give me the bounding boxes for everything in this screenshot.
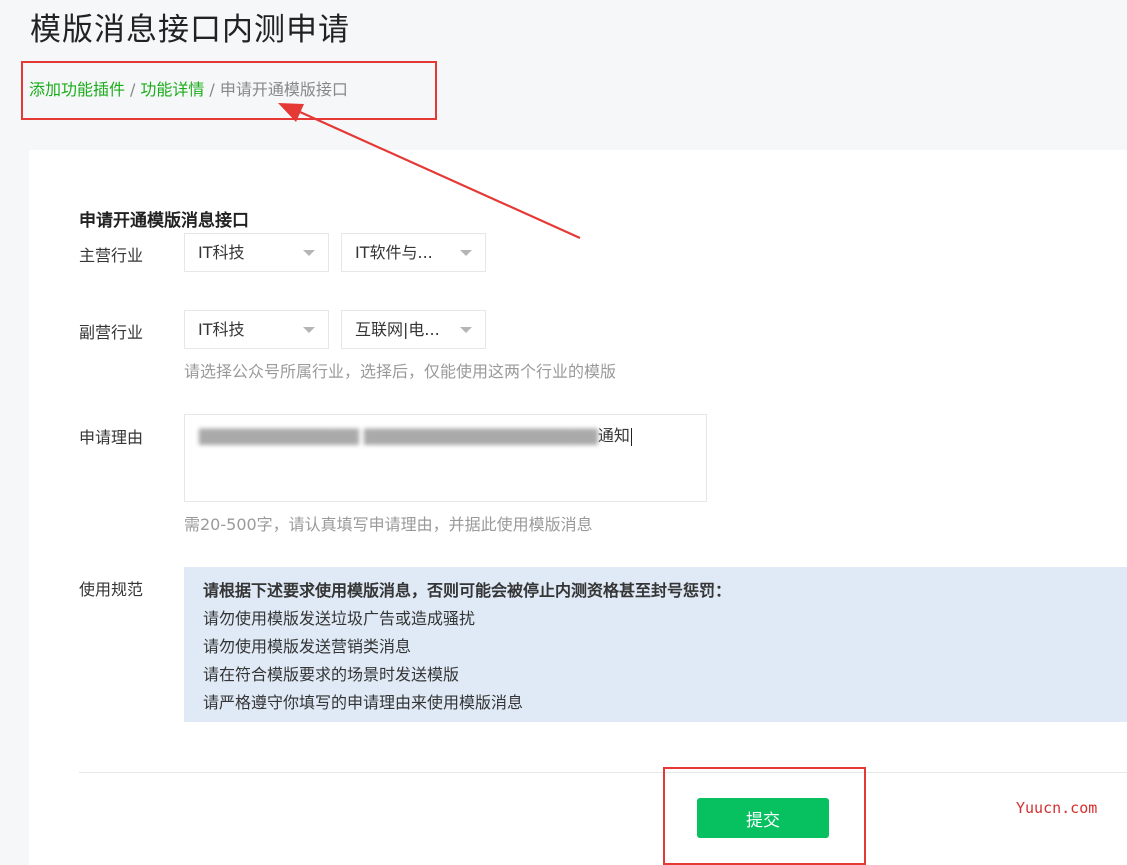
usage-rules-notice: 请根据下述要求使用模版消息，否则可能会被停止内测资格甚至封号惩罚： 请勿使用模版…	[184, 567, 1127, 722]
watermark: Yuucn.com	[1016, 799, 1098, 817]
secondary-industry-select-2[interactable]: 互联网|电...	[341, 310, 486, 349]
caret-down-icon	[303, 327, 315, 333]
notice-item: 请勿使用模版发送营销类消息	[203, 637, 412, 656]
primary-industry-select-1[interactable]: IT科技	[184, 233, 329, 272]
notice-item: 请在符合模版要求的场景时发送模版	[203, 665, 460, 684]
caret-down-icon	[303, 250, 315, 256]
select-value: IT软件与...	[355, 243, 433, 262]
primary-industry-select-2[interactable]: IT软件与...	[341, 233, 486, 272]
notice-heading: 请根据下述要求使用模版消息，否则可能会被停止内测资格甚至封号惩罚：	[203, 581, 732, 600]
divider	[79, 772, 1127, 773]
reason-text-visible: 通知	[597, 426, 630, 445]
reason-textarea[interactable]: ▇▇▇▇▇▇▇▇▇▇▇▇▇ ▇▇▇▇▇▇▇▇▇▇▇▇▇▇▇▇▇▇▇通知	[184, 414, 707, 502]
annotation-box-breadcrumb	[21, 61, 437, 120]
notice-item: 请严格遵守你填写的申请理由来使用模版消息	[203, 693, 524, 712]
reason-label: 申请理由	[79, 428, 144, 447]
secondary-industry-label: 副营行业	[79, 323, 144, 342]
text-cursor	[630, 427, 632, 446]
industry-hint: 请选择公众号所属行业，选择后，仅能使用这两个行业的模版	[184, 362, 617, 381]
redacted-text: ▇▇▇▇▇▇▇▇▇▇▇▇▇ ▇▇▇▇▇▇▇▇▇▇▇▇▇▇▇▇▇▇▇	[199, 426, 598, 445]
primary-industry-label: 主营行业	[79, 246, 144, 265]
form-heading: 申请开通模版消息接口	[79, 211, 249, 231]
caret-down-icon	[460, 327, 472, 333]
select-value: IT科技	[198, 320, 245, 339]
secondary-industry-select-1[interactable]: IT科技	[184, 310, 329, 349]
select-value: 互联网|电...	[355, 320, 440, 339]
usage-rules-label: 使用规范	[79, 580, 144, 599]
reason-hint: 需20-500字，请认真填写申请理由，并据此使用模版消息	[184, 515, 593, 534]
caret-down-icon	[460, 250, 472, 256]
select-value: IT科技	[198, 243, 245, 262]
page-title: 模版消息接口内测申请	[30, 12, 350, 48]
notice-item: 请勿使用模版发送垃圾广告或造成骚扰	[203, 609, 476, 628]
annotation-box-submit	[663, 767, 866, 865]
